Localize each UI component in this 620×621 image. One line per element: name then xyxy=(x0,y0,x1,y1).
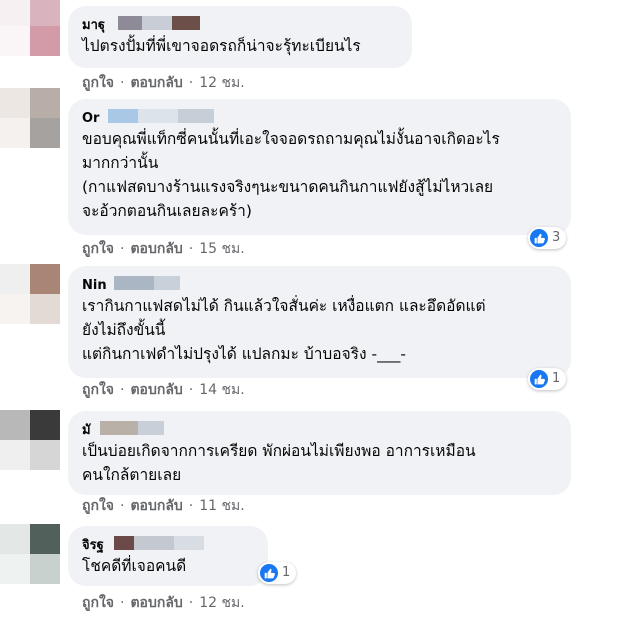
comment-author[interactable]: Nin xyxy=(82,276,107,296)
comment-text: ไปตรงปั้มที่พี่เขาจอดรถก็น่าจะรุ้ทะเบียน… xyxy=(82,37,361,55)
like-link[interactable]: ถูกใจ xyxy=(82,497,114,515)
comment-actions: ถูกใจ · ตอบกลับ · 12 ชม. xyxy=(82,594,245,612)
avatar[interactable] xyxy=(0,524,60,584)
redacted-name xyxy=(118,16,142,30)
thumbs-up-icon xyxy=(530,370,548,388)
reaction-count: 1 xyxy=(282,565,291,580)
separator: · xyxy=(188,498,194,514)
reaction-count: 1 xyxy=(552,371,561,386)
redacted-name xyxy=(138,421,164,435)
like-link[interactable]: ถูกใจ xyxy=(82,74,114,92)
separator: · xyxy=(120,75,125,91)
like-link[interactable]: ถูกใจ xyxy=(82,594,114,612)
like-link[interactable]: ถูกใจ xyxy=(82,240,114,258)
comment-timestamp[interactable]: 12 ชม. xyxy=(199,74,244,92)
reaction-summary[interactable]: 3 xyxy=(528,227,567,249)
separator: · xyxy=(120,595,125,611)
reply-link[interactable]: ตอบกลับ xyxy=(130,381,182,399)
comment-bubble: Or ขอบคุณพี่แท็กซี่คนนั้นที่เอะใจจอดรถถา… xyxy=(68,99,571,235)
redacted-name xyxy=(174,536,204,550)
reply-link[interactable]: ตอบกลับ xyxy=(130,594,182,612)
comment-text: โชคดีที่เจอคนดี xyxy=(82,557,187,575)
comment-actions: ถูกใจ · ตอบกลับ · 15 ชม. xyxy=(82,240,245,258)
reaction-count: 3 xyxy=(552,230,561,245)
separator: · xyxy=(188,241,194,257)
like-link[interactable]: ถูกใจ xyxy=(82,381,114,399)
comment-timestamp[interactable]: 11 ชม. xyxy=(199,497,244,515)
separator: · xyxy=(120,382,125,398)
redacted-name xyxy=(154,276,180,290)
reaction-summary[interactable]: 1 xyxy=(528,368,567,390)
separator: · xyxy=(188,75,194,91)
comment-actions: ถูกใจ · ตอบกลับ · 14 ชม. xyxy=(82,381,245,399)
reply-link[interactable]: ตอบกลับ xyxy=(130,74,182,92)
reply-link[interactable]: ตอบกลับ xyxy=(130,497,182,515)
comment-bubble: จิรฐ โชคดีที่เจอคนดี xyxy=(68,526,268,586)
comment-timestamp[interactable]: 12 ชม. xyxy=(199,594,244,612)
comment-actions: ถูกใจ · ตอบกลับ · 12 ชม. xyxy=(82,74,245,92)
avatar[interactable] xyxy=(0,88,60,148)
comment-actions: ถูกใจ · ตอบกลับ · 11 ชม. xyxy=(82,497,245,515)
redacted-name xyxy=(142,16,172,30)
redacted-name xyxy=(178,109,214,123)
redacted-name xyxy=(114,276,154,290)
comment-timestamp[interactable]: 14 ชม. xyxy=(199,381,244,399)
comment-author[interactable]: มาฐุ xyxy=(82,16,105,36)
redacted-name xyxy=(138,109,178,123)
thumbs-up-icon xyxy=(530,229,548,247)
avatar[interactable] xyxy=(0,0,60,56)
comment-text: ขอบคุณพี่แท็กซี่คนนั้นที่เอะใจจอดรถถามคุ… xyxy=(82,130,500,220)
comment-text: เป็นบ่อยเกิดจากการเครียด พักผ่อนไม่เพียง… xyxy=(82,442,476,484)
redacted-name xyxy=(134,536,174,550)
separator: · xyxy=(120,498,125,514)
separator: · xyxy=(188,382,194,398)
redacted-name xyxy=(108,109,138,123)
comment-author[interactable]: Or xyxy=(82,109,99,129)
redacted-name xyxy=(100,421,138,435)
avatar[interactable] xyxy=(0,264,60,324)
thumbs-up-icon xyxy=(260,564,278,582)
redacted-name xyxy=(172,16,200,30)
comment-bubble: Nin เรากินกาแฟสดไม่ได้ กินแล้วใจสั่นค่ะ … xyxy=(68,266,571,378)
reaction-summary[interactable]: 1 xyxy=(258,562,297,584)
comment-timestamp[interactable]: 15 ชม. xyxy=(199,240,244,258)
comment-author[interactable]: จิรฐ xyxy=(82,536,104,556)
comment-author[interactable]: มั xyxy=(82,421,91,441)
separator: · xyxy=(188,595,194,611)
avatar[interactable] xyxy=(0,410,60,470)
redacted-name xyxy=(114,536,134,550)
reply-link[interactable]: ตอบกลับ xyxy=(130,240,182,258)
separator: · xyxy=(120,241,125,257)
comment-text: เรากินกาแฟสดไม่ได้ กินแล้วใจสั่นค่ะ เหงื… xyxy=(82,297,486,363)
comment-bubble: มั เป็นบ่อยเกิดจากการเครียด พักผ่อนไม่เพ… xyxy=(68,411,571,495)
comment-bubble: มาฐุ ไปตรงปั้มที่พี่เขาจอดรถก็น่าจะรุ้ทะ… xyxy=(68,6,412,68)
